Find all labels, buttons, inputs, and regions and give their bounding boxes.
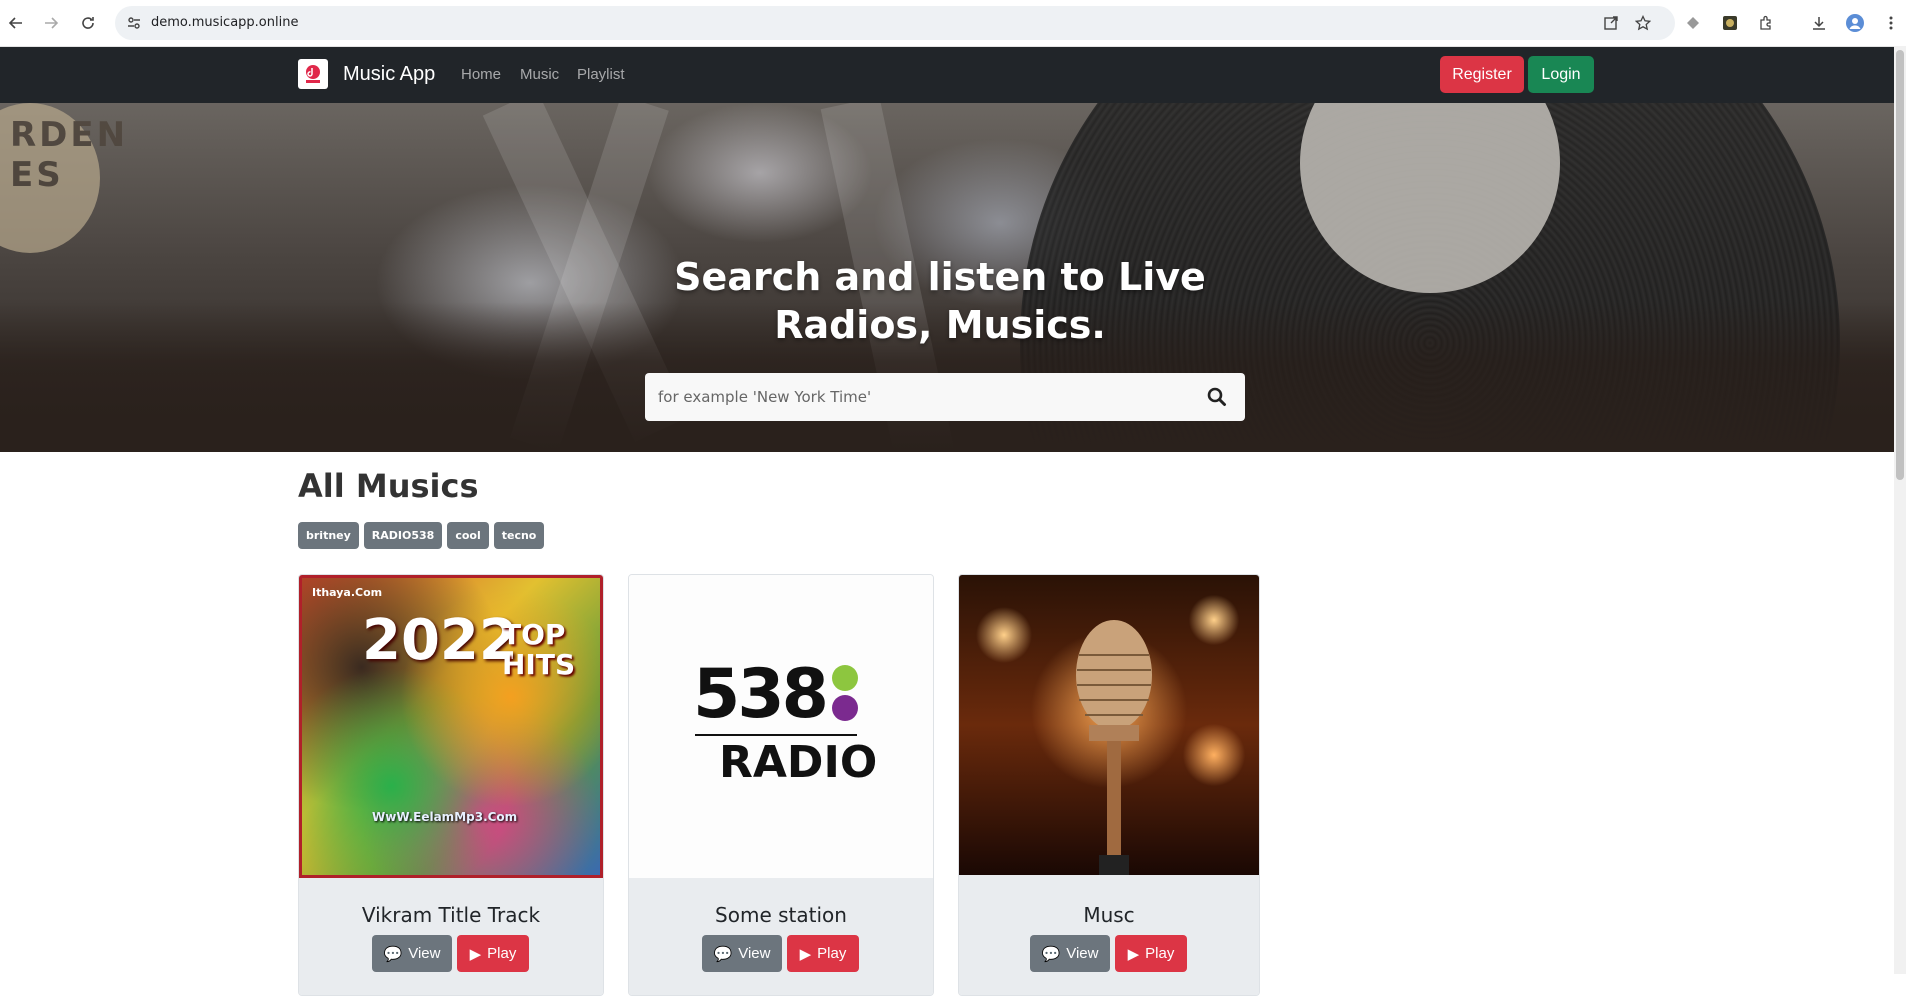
logo-text-radio: RADIO bbox=[719, 737, 878, 788]
browser-menu-icon[interactable] bbox=[1880, 12, 1902, 34]
hero-sign-text: RDEN ES bbox=[10, 115, 129, 195]
tag-list: britney RADIO538 cool tecno bbox=[298, 522, 545, 549]
play-icon: ▶ bbox=[1127, 945, 1140, 963]
play-icon: ▶ bbox=[469, 945, 482, 963]
address-bar[interactable]: demo.musicapp.online bbox=[115, 6, 1675, 40]
view-button[interactable]: 💬 View bbox=[372, 935, 452, 972]
reload-icon[interactable] bbox=[76, 11, 100, 35]
cover-text-url: WwW.EelamMp3.Com bbox=[372, 810, 518, 824]
play-button[interactable]: ▶ Play bbox=[1115, 935, 1187, 972]
view-button[interactable]: 💬 View bbox=[1030, 935, 1110, 972]
music-card: 538 RADIO Some station 💬 View ▶ Play bbox=[628, 574, 934, 996]
music-card: Musc 💬 View ▶ Play bbox=[958, 574, 1260, 996]
comments-icon: 💬 bbox=[383, 945, 403, 963]
card-title[interactable]: Some station bbox=[629, 903, 933, 927]
microphone-image[interactable] bbox=[959, 575, 1259, 875]
tag-tecno[interactable]: tecno bbox=[493, 522, 545, 549]
music-cover-image[interactable]: Ithaya.Com 2022 TOP HITS WwW.EelamMp3.Co… bbox=[299, 575, 603, 878]
card-footer bbox=[959, 875, 1259, 995]
microphone-icon bbox=[1076, 620, 1152, 875]
play-button[interactable]: ▶ Play bbox=[787, 935, 859, 972]
tag-britney[interactable]: britney bbox=[298, 522, 359, 549]
hero-title-pre: Search and listen to bbox=[674, 255, 1119, 299]
logo-text-538: 538 bbox=[693, 655, 829, 734]
extensions-puzzle-icon[interactable] bbox=[1755, 12, 1777, 34]
hero-title-bold: Live bbox=[1118, 255, 1206, 299]
play-label: Play bbox=[817, 945, 847, 962]
extension-image-icon[interactable] bbox=[1719, 12, 1741, 34]
brand-logo[interactable] bbox=[298, 59, 328, 89]
profile-avatar-icon[interactable] bbox=[1844, 12, 1866, 34]
back-icon[interactable] bbox=[4, 11, 28, 35]
view-button[interactable]: 💬 View bbox=[702, 935, 782, 972]
comments-icon: 💬 bbox=[713, 945, 733, 963]
search-box bbox=[645, 373, 1245, 421]
play-icon: ▶ bbox=[799, 945, 812, 963]
cover-text-hits: TOP HITS bbox=[502, 618, 576, 681]
nav-home-link[interactable]: Home bbox=[461, 66, 501, 83]
brand-name[interactable]: Music App bbox=[343, 63, 435, 86]
card-title[interactable]: Musc bbox=[959, 903, 1259, 927]
card-title[interactable]: Vikram Title Track bbox=[299, 903, 603, 927]
site-info-icon[interactable] bbox=[126, 15, 142, 35]
forward-icon[interactable] bbox=[39, 11, 63, 35]
view-label: View bbox=[408, 945, 441, 962]
hero-title: Search and listen to Live Radios, Musics… bbox=[640, 253, 1240, 349]
hero-title-line2: Radios, Musics. bbox=[774, 303, 1106, 347]
cover-text-year: 2022 bbox=[362, 608, 518, 673]
bookmark-star-icon[interactable] bbox=[1634, 14, 1652, 35]
play-label: Play bbox=[487, 945, 517, 962]
comments-icon: 💬 bbox=[1041, 945, 1061, 963]
play-label: Play bbox=[1145, 945, 1175, 962]
nav-playlist-link[interactable]: Playlist bbox=[577, 66, 625, 83]
section-title: All Musics bbox=[298, 467, 479, 505]
search-input[interactable] bbox=[645, 373, 1185, 421]
hero-banner: RDEN ES Search and listen to Live Radios… bbox=[0, 103, 1894, 452]
top-navbar: Music App Home Music Playlist Register L… bbox=[0, 47, 1894, 103]
scrollbar-thumb[interactable] bbox=[1896, 50, 1904, 480]
music-card: Ithaya.Com 2022 TOP HITS WwW.EelamMp3.Co… bbox=[298, 574, 604, 996]
tag-cool[interactable]: cool bbox=[447, 522, 489, 549]
url-text[interactable]: demo.musicapp.online bbox=[151, 15, 298, 30]
tag-radio538[interactable]: RADIO538 bbox=[363, 522, 443, 549]
hero-sign-decoration: RDEN ES bbox=[0, 103, 125, 253]
login-button[interactable]: Login bbox=[1528, 56, 1594, 93]
view-label: View bbox=[1066, 945, 1099, 962]
search-icon bbox=[1207, 387, 1226, 406]
open-in-app-icon[interactable] bbox=[1603, 15, 1619, 35]
page-scrollbar[interactable] bbox=[1894, 46, 1906, 974]
play-button[interactable]: ▶ Play bbox=[457, 935, 529, 972]
extension-diamond-icon[interactable] bbox=[1682, 12, 1704, 34]
browser-toolbar: demo.musicapp.online bbox=[0, 0, 1906, 47]
logo-dot-purple bbox=[832, 695, 858, 721]
nav-music-link[interactable]: Music bbox=[520, 66, 559, 83]
search-button[interactable] bbox=[1189, 373, 1245, 421]
logo-divider bbox=[695, 734, 857, 736]
download-icon[interactable] bbox=[1808, 12, 1830, 34]
view-label: View bbox=[738, 945, 771, 962]
register-button[interactable]: Register bbox=[1440, 56, 1524, 93]
cover-text-site: Ithaya.Com bbox=[312, 586, 383, 599]
logo-dot-green bbox=[832, 665, 858, 691]
station-logo-image[interactable]: 538 RADIO bbox=[629, 575, 933, 878]
